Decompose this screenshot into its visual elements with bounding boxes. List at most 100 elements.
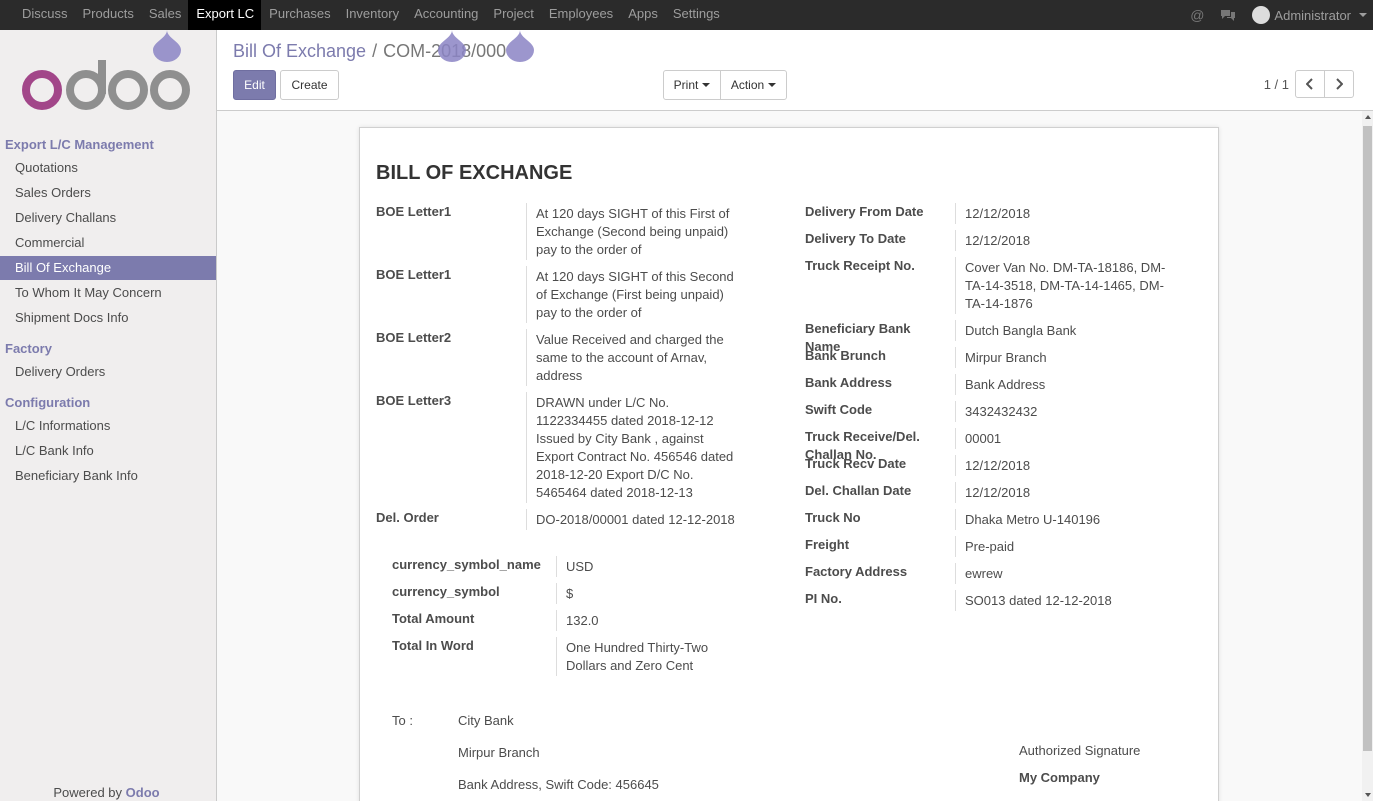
right_fields-label: Factory Address bbox=[805, 564, 908, 579]
breadcrumb-parent[interactable]: Bill Of Exchange bbox=[233, 41, 366, 61]
right_fields-label: Delivery To Date bbox=[805, 231, 906, 246]
menu-project[interactable]: Project bbox=[485, 0, 540, 30]
scroll-up-icon[interactable] bbox=[1365, 115, 1371, 119]
pager-previous-button[interactable] bbox=[1295, 70, 1325, 98]
scrollbar-thumb[interactable] bbox=[1363, 126, 1372, 751]
right_fields-value-line: 00001 bbox=[965, 431, 1002, 446]
right_fields-value-line: Dhaka Metro U-140196 bbox=[965, 512, 1101, 527]
chevron-right-icon bbox=[1336, 78, 1343, 90]
menu-discuss[interactable]: Discuss bbox=[14, 0, 75, 30]
menu-export-lc[interactable]: Export LC bbox=[188, 0, 262, 30]
right_fields-label: Truck Recv Date bbox=[805, 456, 907, 471]
right_fields-value: 12/12/2018 bbox=[955, 482, 1185, 503]
menu-inventory[interactable]: Inventory bbox=[338, 0, 406, 30]
right_fields-value-line: TA-14-1876 bbox=[965, 296, 1033, 311]
right_fields-value-line: TA-14-3518, DM-TA-14-1465, DM- bbox=[965, 278, 1164, 293]
sidebar-item-sales-orders[interactable]: Sales Orders bbox=[0, 181, 216, 205]
left_fields-label: Del. Order bbox=[376, 510, 439, 525]
right_fields-value-line: Mirpur Branch bbox=[965, 350, 1047, 365]
left_fields-value-line: Exchange (Second being unpaid) bbox=[536, 224, 729, 239]
sidebar-section-configuration: Configuration bbox=[5, 395, 91, 410]
left_fields-label: BOE Letter3 bbox=[376, 393, 452, 408]
scroll-down-icon[interactable] bbox=[1365, 793, 1371, 797]
to-label: To : bbox=[392, 713, 413, 728]
left_fields-value: At 120 days SIGHT of this First of Exchan… bbox=[526, 203, 756, 260]
app-menu: Discuss Products Sales Export LC Purchas… bbox=[14, 0, 727, 30]
powered-by: Powered by Odoo bbox=[0, 785, 213, 800]
sidebar-section-export-lc: Export L/C Management bbox=[5, 137, 154, 152]
amount_fields-value: 132.0 bbox=[556, 610, 756, 631]
sidebar-item-commercial[interactable]: Commercial bbox=[0, 231, 216, 255]
left_fields-value-line: At 120 days SIGHT of this Second bbox=[536, 269, 734, 284]
report-title: BILL OF EXCHANGE bbox=[376, 162, 573, 184]
report-sheet: BILL OF EXCHANGE BOE Letter1 At 120 days … bbox=[359, 127, 1219, 801]
amount_fields-value: $ bbox=[556, 583, 756, 604]
menu-employees[interactable]: Employees bbox=[541, 0, 620, 30]
chat-icon[interactable] bbox=[1220, 8, 1236, 22]
action-button[interactable]: Action bbox=[720, 70, 787, 100]
menu-sales[interactable]: Sales bbox=[141, 0, 189, 30]
right_fields-label: Bank Address bbox=[805, 375, 892, 390]
left_fields-label: BOE Letter2 bbox=[376, 330, 452, 345]
menu-settings[interactable]: Settings bbox=[665, 0, 727, 30]
right_fields-value-line: ewrew bbox=[965, 566, 1003, 581]
sidebar-item-shipment-docs-info[interactable]: Shipment Docs Info bbox=[0, 306, 216, 330]
user-menu[interactable]: Administrator bbox=[1252, 6, 1367, 24]
left_fields-label: BOE Letter1 bbox=[376, 204, 452, 219]
edit-button[interactable]: Edit bbox=[233, 70, 276, 100]
right_fields-value: 12/12/2018 bbox=[955, 455, 1185, 476]
left_fields-value: DO-2018/00001 dated 12-12-2018 bbox=[526, 509, 756, 530]
mention-icon[interactable]: @ bbox=[1190, 7, 1204, 23]
sidebar-item-lc-informations[interactable]: L/C Informations bbox=[0, 414, 216, 438]
right_fields-value: 00001 bbox=[955, 428, 1185, 449]
powered-by-link[interactable]: Odoo bbox=[126, 785, 160, 800]
left_fields-value-line: 2018-12-20 Export D/C No. bbox=[536, 467, 694, 482]
right_fields-value: Cover Van No. DM-TA-18186, DM- TA-14-3518… bbox=[955, 257, 1185, 314]
amount_fields-label: currency_symbol_name bbox=[392, 557, 541, 572]
amount_fields-value-line: One Hundred Thirty-Two bbox=[566, 640, 709, 655]
sidebar-item-quotations[interactable]: Quotations bbox=[0, 156, 216, 180]
sidebar-item-bill-of-exchange[interactable]: Bill Of Exchange bbox=[0, 256, 216, 280]
sidebar-item-delivery-orders[interactable]: Delivery Orders bbox=[0, 360, 216, 384]
company-name: My Company bbox=[1019, 770, 1100, 785]
left_fields-value-line: DO-2018/00001 dated 12-12-2018 bbox=[536, 512, 735, 527]
sidebar-item-lc-bank-info[interactable]: L/C Bank Info bbox=[0, 439, 216, 463]
sidebar-item-beneficiary-bank-info[interactable]: Beneficiary Bank Info bbox=[0, 464, 216, 488]
right_fields-value: 3432432432 bbox=[955, 401, 1185, 422]
left_fields-value-line: pay to the order of bbox=[536, 242, 642, 257]
amount_fields-value-line: Dollars and Zero Cent bbox=[566, 658, 694, 673]
amount_fields-value-line: $ bbox=[566, 586, 574, 601]
left_fields-value-line: 5465464 dated 2018-12-13 bbox=[536, 485, 693, 500]
amount_fields-value-line: USD bbox=[566, 559, 594, 574]
left_fields-value-line: pay to the order of bbox=[536, 305, 642, 320]
pager-value[interactable]: 1 / 1 bbox=[1264, 77, 1289, 92]
right_fields-value-line: 3432432432 bbox=[965, 404, 1038, 419]
right_fields-value-line: 12/12/2018 bbox=[965, 485, 1031, 500]
menu-purchases[interactable]: Purchases bbox=[261, 0, 337, 30]
menu-accounting[interactable]: Accounting bbox=[406, 0, 485, 30]
left_fields-label: BOE Letter1 bbox=[376, 267, 452, 282]
authorized-signature: Authorized Signature bbox=[1019, 743, 1141, 758]
right_fields-value-line: 12/12/2018 bbox=[965, 206, 1031, 221]
print-button[interactable]: Print bbox=[663, 70, 721, 100]
right_fields-value-line: Pre-paid bbox=[965, 539, 1015, 554]
odoo-logo bbox=[22, 60, 190, 110]
right_fields-value-line: 12/12/2018 bbox=[965, 233, 1031, 248]
scrollbar[interactable] bbox=[1362, 111, 1373, 801]
sidebar-item-delivery-challans[interactable]: Delivery Challans bbox=[0, 206, 216, 230]
right_fields-value-line: Cover Van No. DM-TA-18186, DM- bbox=[965, 260, 1166, 275]
create-button[interactable]: Create bbox=[280, 70, 339, 100]
right_fields-value: Pre-paid bbox=[955, 536, 1185, 557]
pager-next-button[interactable] bbox=[1324, 70, 1354, 98]
amount_fields-label: Total Amount bbox=[392, 611, 475, 626]
top-navbar: Discuss Products Sales Export LC Purchas… bbox=[0, 0, 1373, 30]
left_fields-value-line: 1122334455 dated 2018-12-12 bbox=[536, 413, 714, 428]
right_fields-label: Truck No bbox=[805, 510, 861, 525]
menu-products[interactable]: Products bbox=[75, 0, 141, 30]
sidebar-item-to-whom-it-may-concern[interactable]: To Whom It May Concern bbox=[0, 281, 216, 305]
left_fields-value: DRAWN under L/C No. 1122334455 dated 2018… bbox=[526, 392, 756, 503]
drop-marker-icon bbox=[506, 30, 534, 62]
menu-apps[interactable]: Apps bbox=[620, 0, 665, 30]
to-bank-name: City Bank bbox=[458, 713, 514, 728]
left_fields-value-line: Issued by City Bank , against bbox=[536, 431, 704, 446]
